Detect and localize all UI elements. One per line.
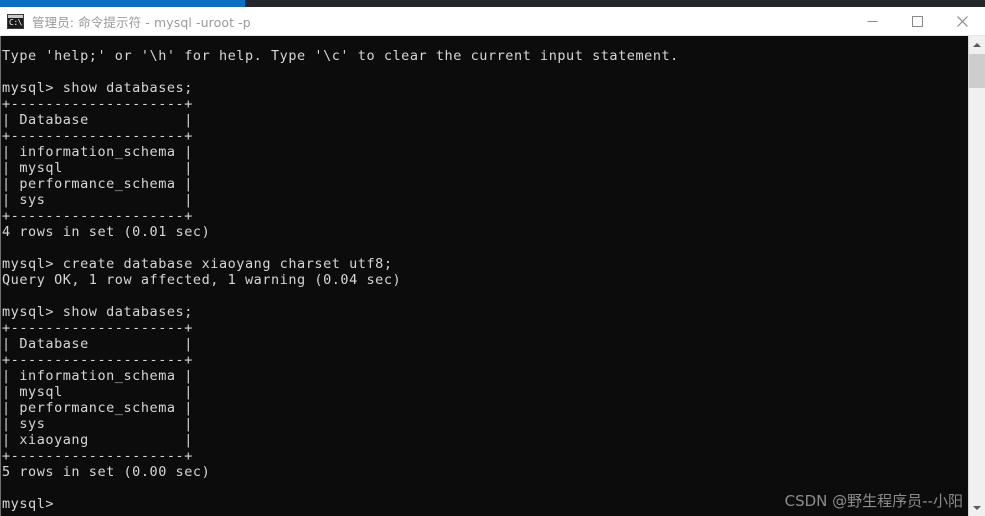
maximize-icon [912,15,923,27]
title-bar[interactable]: C:\ 管理员: 命令提示符 - mysql -uroot -p [0,7,985,36]
cmd-window: C:\ 管理员: 命令提示符 - mysql -uroot -p Type 'h… [0,0,985,516]
vertical-scrollbar[interactable] [968,36,985,516]
title-bar-left: C:\ 管理员: 命令提示符 - mysql -uroot -p [0,12,850,31]
window-controls [850,7,985,36]
cmd-icon: C:\ [7,13,24,29]
window-title: 管理员: 命令提示符 - mysql -uroot -p [32,14,251,30]
scrollbar-thumb[interactable] [969,54,985,88]
scrollbar-down-button[interactable] [969,499,985,516]
close-icon [957,15,968,27]
window-top-strip [0,0,985,7]
minimize-button[interactable] [850,7,895,36]
scrollbar-up-button[interactable] [969,36,985,53]
chevron-up-icon [973,42,981,47]
cmd-icon-glyph: C:\ [9,17,22,27]
console-output-area[interactable]: Type 'help;' or '\h' for help. Type '\c'… [0,36,985,516]
chevron-down-icon [973,505,981,510]
maximize-button[interactable] [895,7,940,36]
console-left-edge [0,36,1,516]
console-text: Type 'help;' or '\h' for help. Type '\c'… [2,48,679,512]
window-top-strip-accent [0,0,245,7]
minimize-icon [867,20,878,22]
close-button[interactable] [940,7,985,36]
